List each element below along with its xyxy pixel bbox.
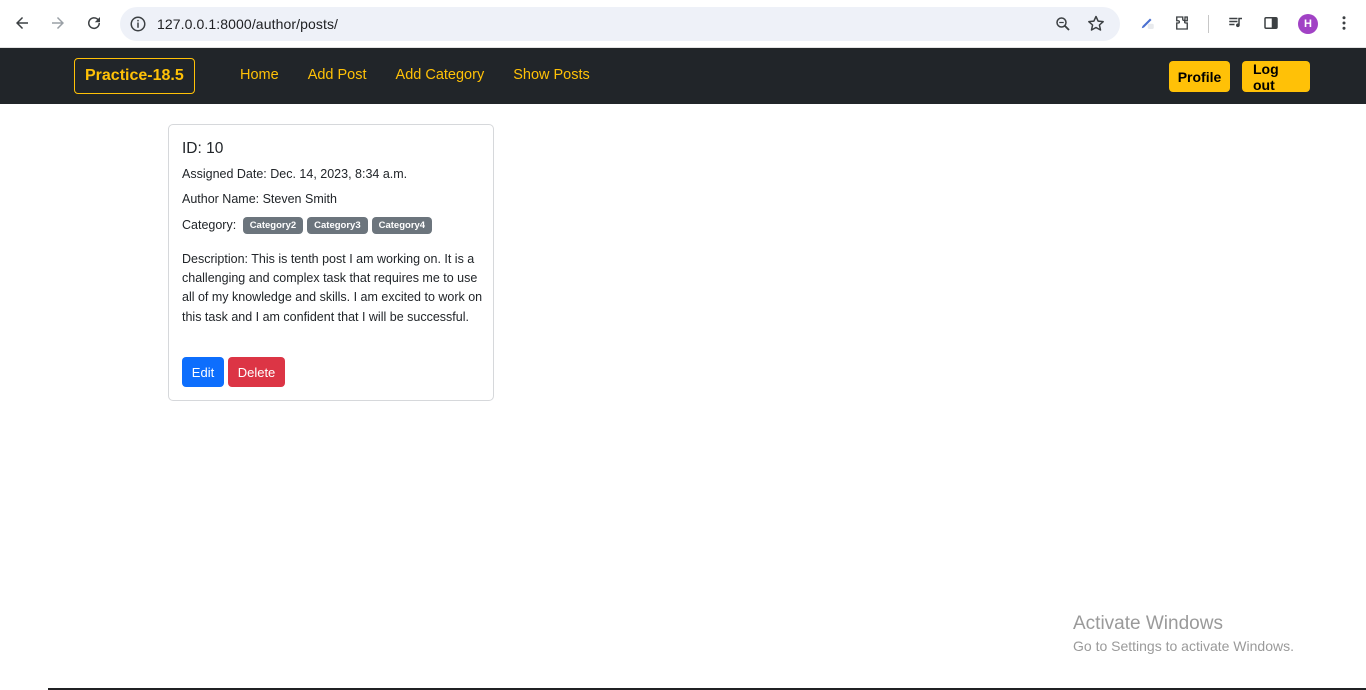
arrow-right-icon [52, 17, 64, 29]
post-assigned-date: Assigned Date: Dec. 14, 2023, 8:34 a.m. [182, 167, 408, 181]
nav-link-show-posts[interactable]: Show Posts [513, 67, 590, 83]
category-label: Category: [182, 217, 237, 232]
brand-link[interactable]: Practice-18.5 [74, 58, 195, 94]
info-icon[interactable] [129, 15, 147, 33]
nav-link-add-category[interactable]: Add Category [396, 67, 485, 83]
site-navbar: Practice-18.5 Home Add Post Add Category… [0, 48, 1366, 104]
post-author: Author Name: Steven Smith [182, 192, 337, 206]
profile-button[interactable]: Profile [1169, 61, 1230, 92]
nav-link-home[interactable]: Home [240, 67, 279, 83]
bookmark-star-icon[interactable] [1086, 14, 1106, 34]
browser-toolbar: 127.0.0.1:8000/author/posts/ H [0, 0, 1366, 48]
back-button[interactable] [7, 8, 37, 38]
url-text[interactable]: 127.0.0.1:8000/author/posts/ [157, 16, 338, 32]
media-queue-icon[interactable] [1225, 12, 1247, 34]
activate-windows-title: Activate Windows [1073, 613, 1223, 634]
forward-button[interactable] [43, 8, 73, 38]
kebab-menu-icon[interactable] [1333, 12, 1355, 34]
category-badge: Category3 [307, 217, 368, 234]
activate-windows-subtitle: Go to Settings to activate Windows. [1073, 638, 1294, 654]
reload-button[interactable] [79, 8, 109, 38]
post-description: Description: This is tenth post I am wor… [182, 252, 483, 324]
delete-button[interactable]: Delete [228, 357, 285, 387]
category-badges: Category2 Category3 Category4 [242, 217, 433, 234]
address-bar[interactable]: 127.0.0.1:8000/author/posts/ [120, 7, 1120, 41]
category-badge: Category4 [371, 217, 433, 234]
nav-link-add-post[interactable]: Add Post [308, 67, 367, 83]
extension-pen-icon[interactable] [1136, 12, 1158, 34]
zoom-icon[interactable] [1054, 15, 1072, 33]
profile-avatar[interactable]: H [1298, 14, 1318, 34]
post-card: ID: 10 Assigned Date: Dec. 14, 2023, 8:3… [168, 124, 494, 401]
edit-button[interactable]: Edit [182, 357, 224, 387]
nav-links: Home Add Post Add Category Show Posts [240, 67, 619, 83]
toolbar-divider [1208, 15, 1209, 33]
post-categories: Category: Category2 Category3 Category4 [182, 217, 433, 234]
reload-icon [88, 17, 101, 30]
logout-button[interactable]: Log out [1242, 61, 1310, 93]
post-id: ID: 10 [182, 140, 224, 157]
category-badge: Category2 [242, 217, 304, 234]
extensions-puzzle-icon[interactable] [1171, 12, 1193, 34]
side-panel-icon[interactable] [1260, 12, 1282, 34]
arrow-left-icon [16, 17, 28, 29]
